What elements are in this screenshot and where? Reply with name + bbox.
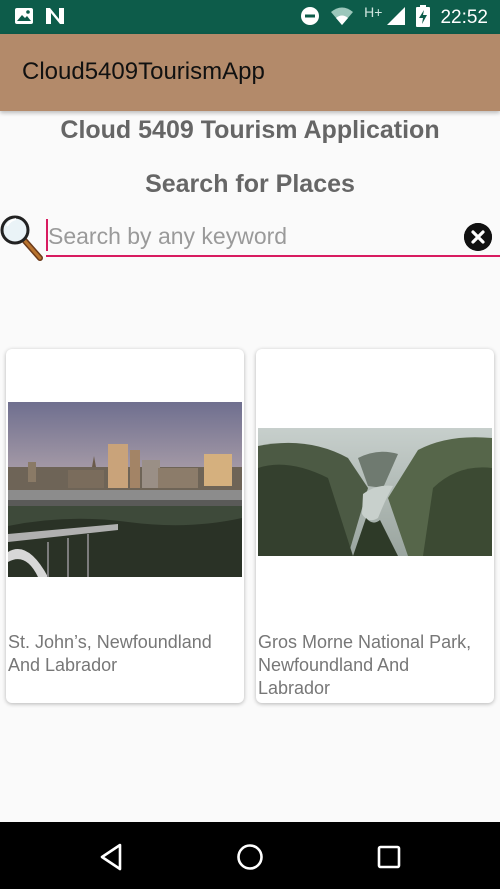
recents-button[interactable] bbox=[372, 840, 406, 874]
home-icon bbox=[237, 844, 263, 870]
status-time: 22:52 bbox=[440, 7, 488, 28]
navigation-bar bbox=[0, 822, 500, 889]
wifi-icon bbox=[330, 6, 354, 30]
search-input[interactable] bbox=[46, 218, 458, 254]
app-bar: Cloud5409TourismApp bbox=[0, 34, 500, 111]
recents-icon bbox=[377, 845, 401, 869]
network-type-label: H+ bbox=[364, 4, 383, 20]
place-card[interactable]: Gros Morne National Park, Newfoundland A… bbox=[256, 349, 494, 703]
search-icon bbox=[0, 212, 46, 264]
clear-search-button[interactable] bbox=[464, 223, 492, 251]
cell-signal-icon bbox=[386, 6, 406, 30]
app-title: Cloud5409TourismApp bbox=[22, 58, 265, 85]
page-title: Cloud 5409 Tourism Application bbox=[60, 116, 440, 144]
do-not-disturb-icon bbox=[300, 6, 320, 30]
battery-charging-icon bbox=[416, 5, 431, 31]
place-title: St. John’s, Newfoundland And Labrador bbox=[8, 632, 212, 675]
close-icon bbox=[464, 223, 492, 251]
status-bar: H+ 22:52 bbox=[0, 0, 500, 34]
place-title: Gros Morne National Park, Newfoundland A… bbox=[258, 632, 472, 698]
back-button[interactable] bbox=[94, 840, 128, 874]
place-card[interactable]: St. John’s, Newfoundland And Labrador bbox=[6, 349, 244, 703]
place-image bbox=[258, 428, 492, 556]
status-notifications bbox=[14, 6, 66, 30]
place-image bbox=[8, 402, 242, 577]
n-notification-icon bbox=[44, 6, 66, 30]
text-cursor bbox=[46, 219, 48, 251]
back-icon bbox=[100, 843, 122, 871]
search-section-title: Search for Places bbox=[145, 170, 355, 198]
status-system: H+ 22:52 bbox=[300, 4, 488, 31]
home-button[interactable] bbox=[233, 840, 267, 874]
image-icon bbox=[14, 6, 34, 30]
search-underline bbox=[46, 255, 500, 257]
